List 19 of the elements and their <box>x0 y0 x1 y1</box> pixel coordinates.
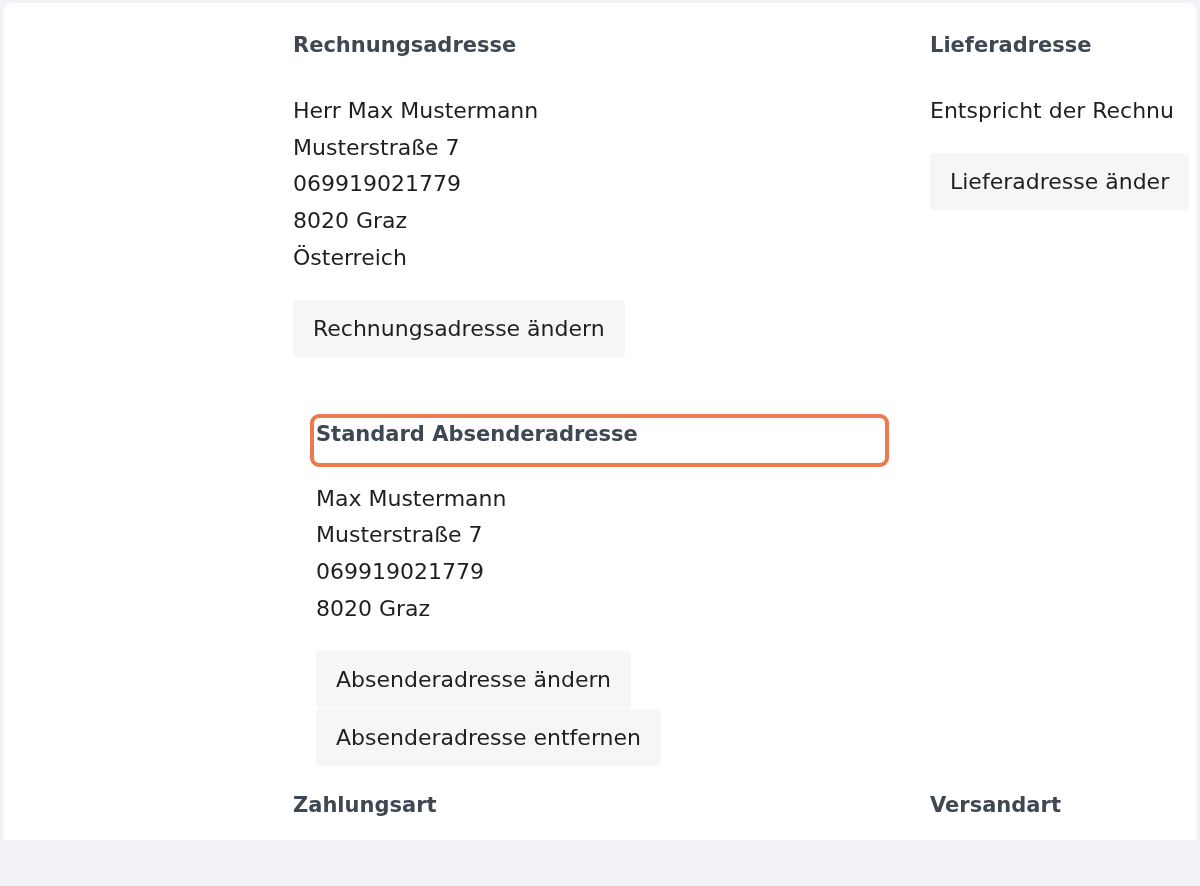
address-line: Musterstraße 7 <box>293 133 460 162</box>
change-address-button[interactable]: Rechnungsadresse ändern <box>293 299 625 357</box>
section-heading: Lieferadresse <box>930 32 1092 59</box>
sender-address-button[interactable]: Absenderadresse entfernen <box>316 709 661 767</box>
address-line: 8020 Graz <box>293 207 408 236</box>
section-heading: Rechnungsadresse <box>293 32 517 59</box>
address-line: 069919021779 <box>316 557 484 586</box>
address-line: 069919021779 <box>293 170 461 199</box>
section-heading: Zahlungsart <box>293 792 437 820</box>
address-line: Musterstraße 7 <box>316 521 483 550</box>
section-heading: Standard Absenderadresse <box>316 420 638 448</box>
address-line: 8020 Graz <box>316 594 431 623</box>
address-line: Entspricht der Rechnu <box>930 97 1174 125</box>
change-address-button[interactable]: Lieferadresse änder <box>930 152 1190 210</box>
section-heading: Versandart <box>930 792 1061 820</box>
address-line: Herr Max Mustermann <box>293 97 539 125</box>
address-line: Österreich <box>293 243 407 272</box>
sender-address-button[interactable]: Absenderadresse ändern <box>316 651 632 709</box>
address-line: Max Mustermann <box>316 484 507 513</box>
